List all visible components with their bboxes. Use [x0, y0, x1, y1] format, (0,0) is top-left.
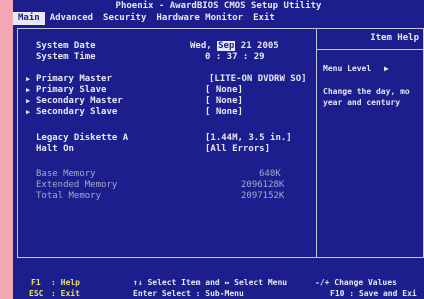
system-date-value[interactable]: Wed, Sep 21 2005 — [190, 41, 279, 51]
secondary-master-value[interactable]: [ None] — [205, 96, 243, 106]
total-memory-label: Total Memory — [36, 191, 102, 201]
menu-bar: Main Advanced Security Hardware Monitor … — [13, 12, 424, 25]
halt-on-value[interactable]: [All Errors] — [205, 144, 270, 154]
main-panel: System Date Wed, Sep 21 2005 System Time… — [17, 28, 424, 258]
panel-divider — [316, 29, 317, 257]
arrow-right-icon: ▶ — [384, 64, 389, 73]
primary-master-value[interactable]: [LITE-ON DVDRW SO] — [209, 74, 307, 84]
extended-memory-label: Extended Memory — [36, 180, 118, 190]
bios-screen: Phoenix - AwardBIOS CMOS Setup Utility M… — [13, 0, 424, 299]
esc-exit-label: : Exit — [51, 289, 80, 298]
primary-master-label[interactable]: Primary Master — [36, 74, 112, 84]
submenu-arrow-icon: ▶ — [26, 108, 31, 116]
select-item-hint: ↑↓ Select Item and ↔ Select Menu — [133, 278, 288, 287]
enter-select-hint: Enter Select : Sub-Menu — [133, 289, 244, 298]
submenu-arrow-icon: ▶ — [26, 86, 31, 94]
base-memory-label: Base Memory — [36, 169, 96, 179]
extended-memory-value: 2096128K — [241, 180, 285, 190]
submenu-arrow-icon: ▶ — [26, 97, 31, 105]
system-date-rest[interactable]: 21 2005 — [241, 41, 279, 51]
total-memory-value: 2097152K — [241, 191, 285, 201]
secondary-slave-label[interactable]: Secondary Slave — [36, 107, 117, 117]
bios-title: Phoenix - AwardBIOS CMOS Setup Utility — [115, 1, 322, 11]
secondary-slave-value[interactable]: [ None] — [205, 107, 243, 117]
halt-on-label: Halt On — [36, 144, 74, 154]
f10-save-exit-hint: F10 : Save and Exi — [330, 289, 417, 298]
system-time-value[interactable]: 0 : 37 : 29 — [205, 52, 265, 62]
menu-level-label: Menu Level — [323, 64, 372, 73]
primary-slave-label[interactable]: Primary Slave — [36, 85, 106, 95]
f1-key: F1 — [31, 278, 41, 287]
menu-tab-main[interactable]: Main — [13, 12, 45, 25]
system-date-day: Wed, — [190, 41, 212, 51]
menu-tab-exit[interactable]: Exit — [248, 12, 280, 25]
menu-tab-advanced[interactable]: Advanced — [45, 12, 98, 25]
footer-keys: F1 : Help ↑↓ Select Item and ↔ Select Me… — [17, 275, 422, 299]
menu-tab-security[interactable]: Security — [98, 12, 151, 25]
change-values-hint: -/+ Change Values — [315, 278, 397, 287]
primary-slave-value[interactable]: [ None] — [205, 85, 243, 95]
base-memory-value: 640K — [259, 169, 281, 179]
submenu-arrow-icon: ▶ — [26, 75, 31, 83]
item-help-title: Item Help — [370, 33, 419, 43]
secondary-master-label[interactable]: Secondary Master — [36, 96, 123, 106]
help-menu-level: Menu Level ▶ — [323, 64, 389, 73]
help-separator — [317, 49, 423, 50]
help-text: Change the day, mo year and century — [323, 87, 410, 107]
system-date-label: System Date — [36, 41, 96, 51]
system-date-month[interactable]: Sep — [217, 41, 236, 51]
legacy-diskette-value[interactable]: [1.44M, 3.5 in.] — [205, 133, 292, 143]
legacy-diskette-label: Legacy Diskette A — [36, 133, 129, 143]
f1-help-label: : Help — [51, 278, 80, 287]
esc-key: ESC — [29, 289, 44, 298]
menu-tab-hardware-monitor[interactable]: Hardware Monitor — [151, 12, 248, 25]
system-time-label: System Time — [36, 52, 96, 62]
